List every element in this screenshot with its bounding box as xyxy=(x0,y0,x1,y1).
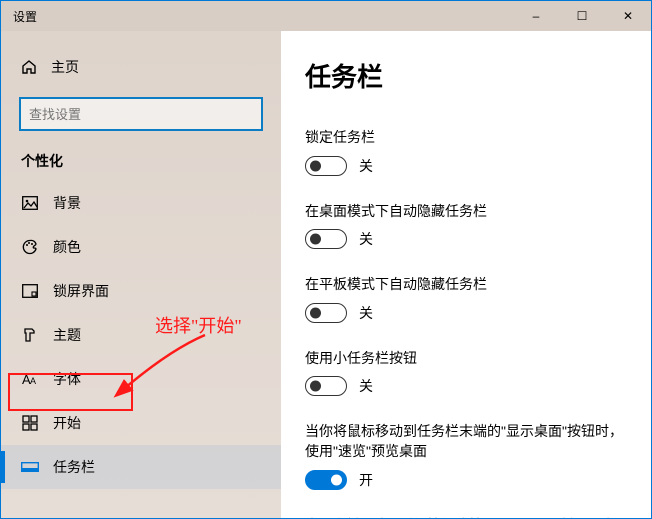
home-button[interactable]: 主页 xyxy=(1,49,281,85)
toggle-autohide-tablet[interactable] xyxy=(305,303,347,323)
sidebar-item-start[interactable]: 开始 xyxy=(1,401,281,445)
titlebar: 设置 – ☐ ✕ xyxy=(1,1,651,31)
lockscreen-icon xyxy=(21,284,39,298)
sidebar-item-font[interactable]: AA 字体 xyxy=(1,357,281,401)
toggle-lock-taskbar[interactable] xyxy=(305,156,347,176)
section-title: 个性化 xyxy=(1,147,281,181)
sidebar-item-color[interactable]: 颜色 xyxy=(1,225,281,269)
toggle-small-buttons[interactable] xyxy=(305,376,347,396)
toggle-state: 关 xyxy=(359,303,373,323)
setting-label: 当我右键单击"开始"按钮或按下 Windows 键+X 时，在菜单中将命令提示符… xyxy=(305,516,627,518)
home-label: 主页 xyxy=(51,57,79,77)
setting-label: 在平板模式下自动隐藏任务栏 xyxy=(305,275,627,295)
sidebar-item-label: 任务栏 xyxy=(53,457,95,477)
search-input[interactable] xyxy=(29,107,253,122)
sidebar-item-label: 锁屏界面 xyxy=(53,281,109,301)
toggle-state: 关 xyxy=(359,156,373,176)
content-area: 任务栏 锁定任务栏 关 在桌面模式下自动隐藏任务栏 关 在平板模式下自动隐藏任务… xyxy=(281,31,651,518)
close-button[interactable]: ✕ xyxy=(605,1,651,31)
start-icon xyxy=(21,415,39,431)
sidebar-item-label: 开始 xyxy=(53,413,81,433)
sidebar-item-label: 背景 xyxy=(53,193,81,213)
sidebar-item-theme[interactable]: 主题 xyxy=(1,313,281,357)
sidebar-item-lockscreen[interactable]: 锁屏界面 xyxy=(1,269,281,313)
maximize-button[interactable]: ☐ xyxy=(559,1,605,31)
taskbar-icon xyxy=(21,462,39,472)
toggle-state: 关 xyxy=(359,376,373,396)
toggle-state: 开 xyxy=(359,470,373,490)
window-controls: – ☐ ✕ xyxy=(513,1,651,31)
svg-text:A: A xyxy=(30,376,36,386)
page-title: 任务栏 xyxy=(305,57,627,94)
sidebar: 主页 个性化 背景 颜色 xyxy=(1,31,281,518)
home-icon xyxy=(21,59,37,75)
setting-label: 在桌面模式下自动隐藏任务栏 xyxy=(305,202,627,222)
theme-icon xyxy=(21,327,39,343)
toggle-autohide-desktop[interactable] xyxy=(305,229,347,249)
setting-label: 当你将鼠标移动到任务栏末端的"显示桌面"按钮时，使用"速览"预览桌面 xyxy=(305,422,627,461)
picture-icon xyxy=(21,196,39,210)
setting-label: 使用小任务栏按钮 xyxy=(305,349,627,369)
sidebar-item-background[interactable]: 背景 xyxy=(1,181,281,225)
minimize-button[interactable]: – xyxy=(513,1,559,31)
search-input-wrap[interactable] xyxy=(19,97,263,131)
toggle-state: 关 xyxy=(359,229,373,249)
sidebar-item-label: 主题 xyxy=(53,325,81,345)
sidebar-item-label: 字体 xyxy=(53,369,81,389)
toggle-peek-desktop[interactable] xyxy=(305,470,347,490)
window-title: 设置 xyxy=(13,8,37,25)
font-icon: AA xyxy=(21,371,39,387)
palette-icon xyxy=(21,239,39,255)
sidebar-item-label: 颜色 xyxy=(53,237,81,257)
sidebar-item-taskbar[interactable]: 任务栏 xyxy=(1,445,281,489)
setting-label: 锁定任务栏 xyxy=(305,128,627,148)
